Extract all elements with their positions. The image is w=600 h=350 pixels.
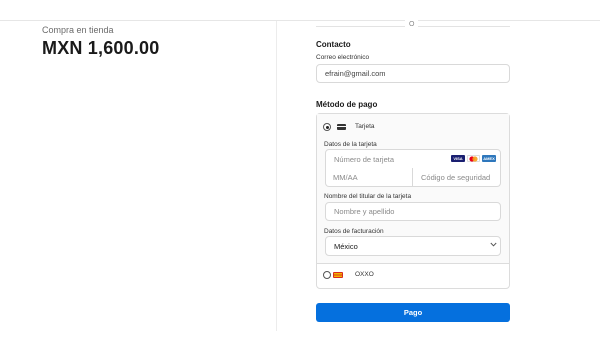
country-select[interactable]: México bbox=[325, 236, 501, 256]
email-field[interactable]: efrain@gmail.com bbox=[316, 64, 510, 83]
cvc-input[interactable]: Código de seguridad bbox=[413, 168, 501, 187]
cvc-placeholder: Código de seguridad bbox=[421, 173, 491, 182]
credit-card-icon bbox=[337, 124, 346, 130]
visa-icon: VISA bbox=[451, 155, 465, 162]
card-details-label: Datos de la tarjeta bbox=[324, 141, 377, 148]
or-divider-text: O bbox=[405, 20, 419, 30]
card-number-placeholder: Número de tarjeta bbox=[334, 154, 395, 164]
payment-options-box bbox=[316, 113, 510, 289]
store-label: Compra en tienda bbox=[42, 25, 114, 35]
cardholder-label: Nombre del titular de la tarjeta bbox=[324, 193, 412, 200]
total-amount: MXN 1,600.00 bbox=[42, 38, 160, 58]
email-label: Correo electrónico bbox=[316, 54, 370, 61]
billing-label: Datos de facturación bbox=[324, 228, 384, 235]
expiry-placeholder: MM/AA bbox=[333, 173, 358, 182]
pane-divider bbox=[276, 21, 277, 331]
order-summary-pane bbox=[0, 21, 276, 350]
email-value: efrain@gmail.com bbox=[325, 69, 386, 78]
chevron-down-icon bbox=[490, 242, 497, 249]
cardholder-input[interactable]: Nombre y apellido bbox=[325, 202, 501, 221]
pay-button[interactable]: Pago bbox=[316, 303, 510, 322]
chevron-down-svg bbox=[490, 242, 497, 247]
payment-method-heading: Método de pago bbox=[316, 100, 378, 109]
card-option-label: Tarjeta bbox=[355, 123, 375, 130]
contact-heading: Contacto bbox=[316, 40, 351, 49]
mastercard-icon bbox=[467, 155, 480, 162]
cardholder-placeholder: Nombre y apellido bbox=[334, 207, 395, 216]
oxxo-radio[interactable] bbox=[323, 271, 331, 279]
oxxo-option-label: OXXO bbox=[355, 271, 374, 278]
country-value: México bbox=[334, 241, 358, 251]
mastercard-circles-icon bbox=[469, 155, 478, 162]
amex-icon: AMEX bbox=[482, 155, 496, 162]
card-radio[interactable] bbox=[323, 123, 331, 131]
expiry-input[interactable]: MM/AA bbox=[325, 168, 413, 187]
oxxo-logo-icon: OXXO bbox=[333, 272, 343, 278]
